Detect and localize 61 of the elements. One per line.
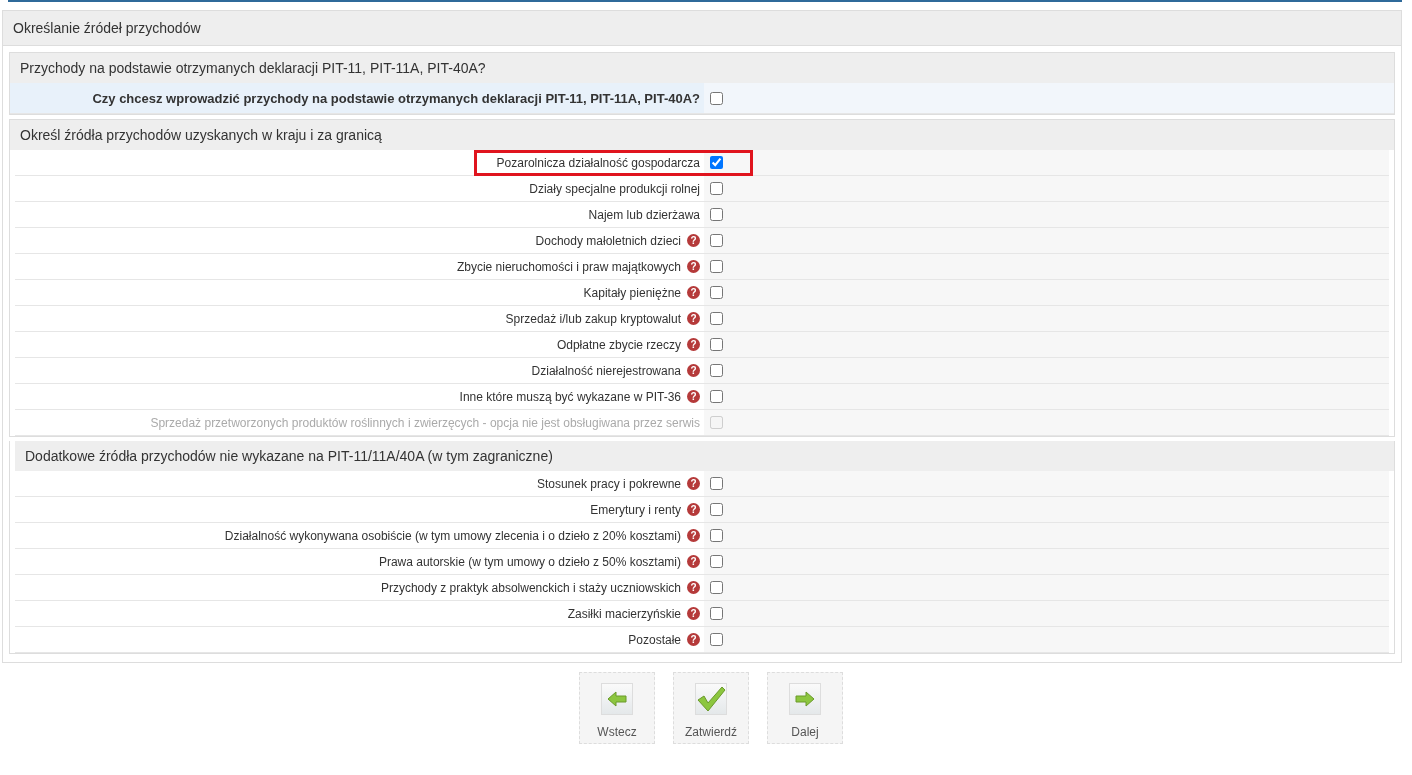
- help-icon[interactable]: ?: [687, 581, 700, 594]
- checkbox[interactable]: [710, 234, 723, 247]
- checkbox[interactable]: [710, 529, 723, 542]
- arrow-right-icon: [795, 691, 815, 707]
- option-label: Emerytury i renty: [590, 502, 681, 517]
- checkbox[interactable]: [710, 390, 723, 403]
- checkbox[interactable]: [710, 477, 723, 490]
- checkbox[interactable]: [710, 607, 723, 620]
- help-icon[interactable]: ?: [687, 260, 700, 273]
- option-label: Czy chcesz wprowadzić przychody na podstawie otrzymanych deklaracji PIT-11, PIT-11A, PIT-40A?: [92, 90, 700, 106]
- section-header: Dodatkowe źródła przychodów nie wykazane na PIT-11/11A/40A (w tym zagraniczne): [15, 441, 1394, 471]
- checkbox[interactable]: [710, 503, 723, 516]
- option-label: Sprzedaż przetworzonych produktów roślinnych i zwierzęcych - opcja nie jest obsługiwana przez serwis: [150, 415, 700, 430]
- option-label: Stosunek pracy i pokrewne: [536, 476, 681, 491]
- back-button[interactable]: Wstecz: [579, 672, 655, 744]
- checkbox[interactable]: [710, 286, 723, 299]
- help-icon[interactable]: ?: [687, 633, 700, 646]
- help-icon[interactable]: ?: [687, 364, 700, 377]
- option-label: Pozarolnicza działalność gospodarcza: [496, 155, 700, 170]
- checkbox[interactable]: [710, 312, 723, 325]
- help-icon[interactable]: ?: [687, 529, 700, 542]
- help-icon[interactable]: ?: [687, 286, 700, 299]
- section-header: Przychody na podstawie otrzymanych deklaracji PIT-11, PIT-11A, PIT-40A?: [10, 53, 1394, 83]
- option-label: Najem lub dzierżawa: [588, 207, 700, 222]
- help-icon[interactable]: ?: [687, 607, 700, 620]
- option-label: Zbycie nieruchomości i praw majątkowych: [456, 259, 681, 274]
- option-label: Inne które muszą być wykazane w PIT-36: [459, 389, 681, 404]
- option-label: Odpłatne zbycie rzeczy: [556, 337, 681, 352]
- checkbox[interactable]: [710, 208, 723, 221]
- help-icon[interactable]: ?: [687, 338, 700, 351]
- arrow-left-icon: [607, 691, 627, 707]
- checkbox[interactable]: [710, 182, 723, 195]
- option-label: Działy specjalne produkcji rolnej: [529, 181, 700, 196]
- next-button[interactable]: Dalej: [767, 672, 843, 744]
- checkbox[interactable]: [710, 555, 723, 568]
- option-label: Działalność wykonywana osobiście (w tym umowy zlecenia i o dzieło z 20% kosztami): [224, 528, 681, 543]
- checkmark-icon: [696, 686, 726, 712]
- panel-title: Określanie źródeł przychodów: [3, 11, 1401, 46]
- option-label: Kapitały pieniężne: [583, 285, 681, 300]
- checkbox[interactable]: [710, 633, 723, 646]
- checkbox[interactable]: [710, 364, 723, 377]
- help-icon[interactable]: ?: [687, 390, 700, 403]
- help-icon[interactable]: ?: [687, 477, 700, 490]
- checkbox[interactable]: [710, 581, 723, 594]
- option-label: Działalność nierejestrowana: [531, 363, 681, 378]
- checkbox[interactable]: [710, 91, 723, 105]
- help-icon[interactable]: ?: [687, 234, 700, 247]
- checkbox[interactable]: [710, 338, 723, 351]
- option-label: Prawa autorskie (w tym umowy o dzieło z 50% kosztami): [378, 554, 681, 569]
- help-icon[interactable]: ?: [687, 503, 700, 516]
- option-label: Zasiłki macierzyńskie: [567, 606, 681, 621]
- option-label: Sprzedaż i/lub zakup kryptowalut: [505, 311, 681, 326]
- option-label: Pozostałe: [628, 632, 681, 647]
- help-icon[interactable]: ?: [687, 555, 700, 568]
- checkbox[interactable]: [710, 156, 723, 169]
- help-icon[interactable]: ?: [687, 312, 700, 325]
- option-label: Dochody małoletnich dzieci: [535, 233, 681, 248]
- section-header: Określ źródła przychodów uzyskanych w kraju i za granicą: [10, 120, 1394, 150]
- checkbox[interactable]: [710, 260, 723, 273]
- confirm-button[interactable]: Zatwierdź: [673, 672, 749, 744]
- option-label: Przychody z praktyk absolwenckich i staży uczniowskich: [380, 580, 681, 595]
